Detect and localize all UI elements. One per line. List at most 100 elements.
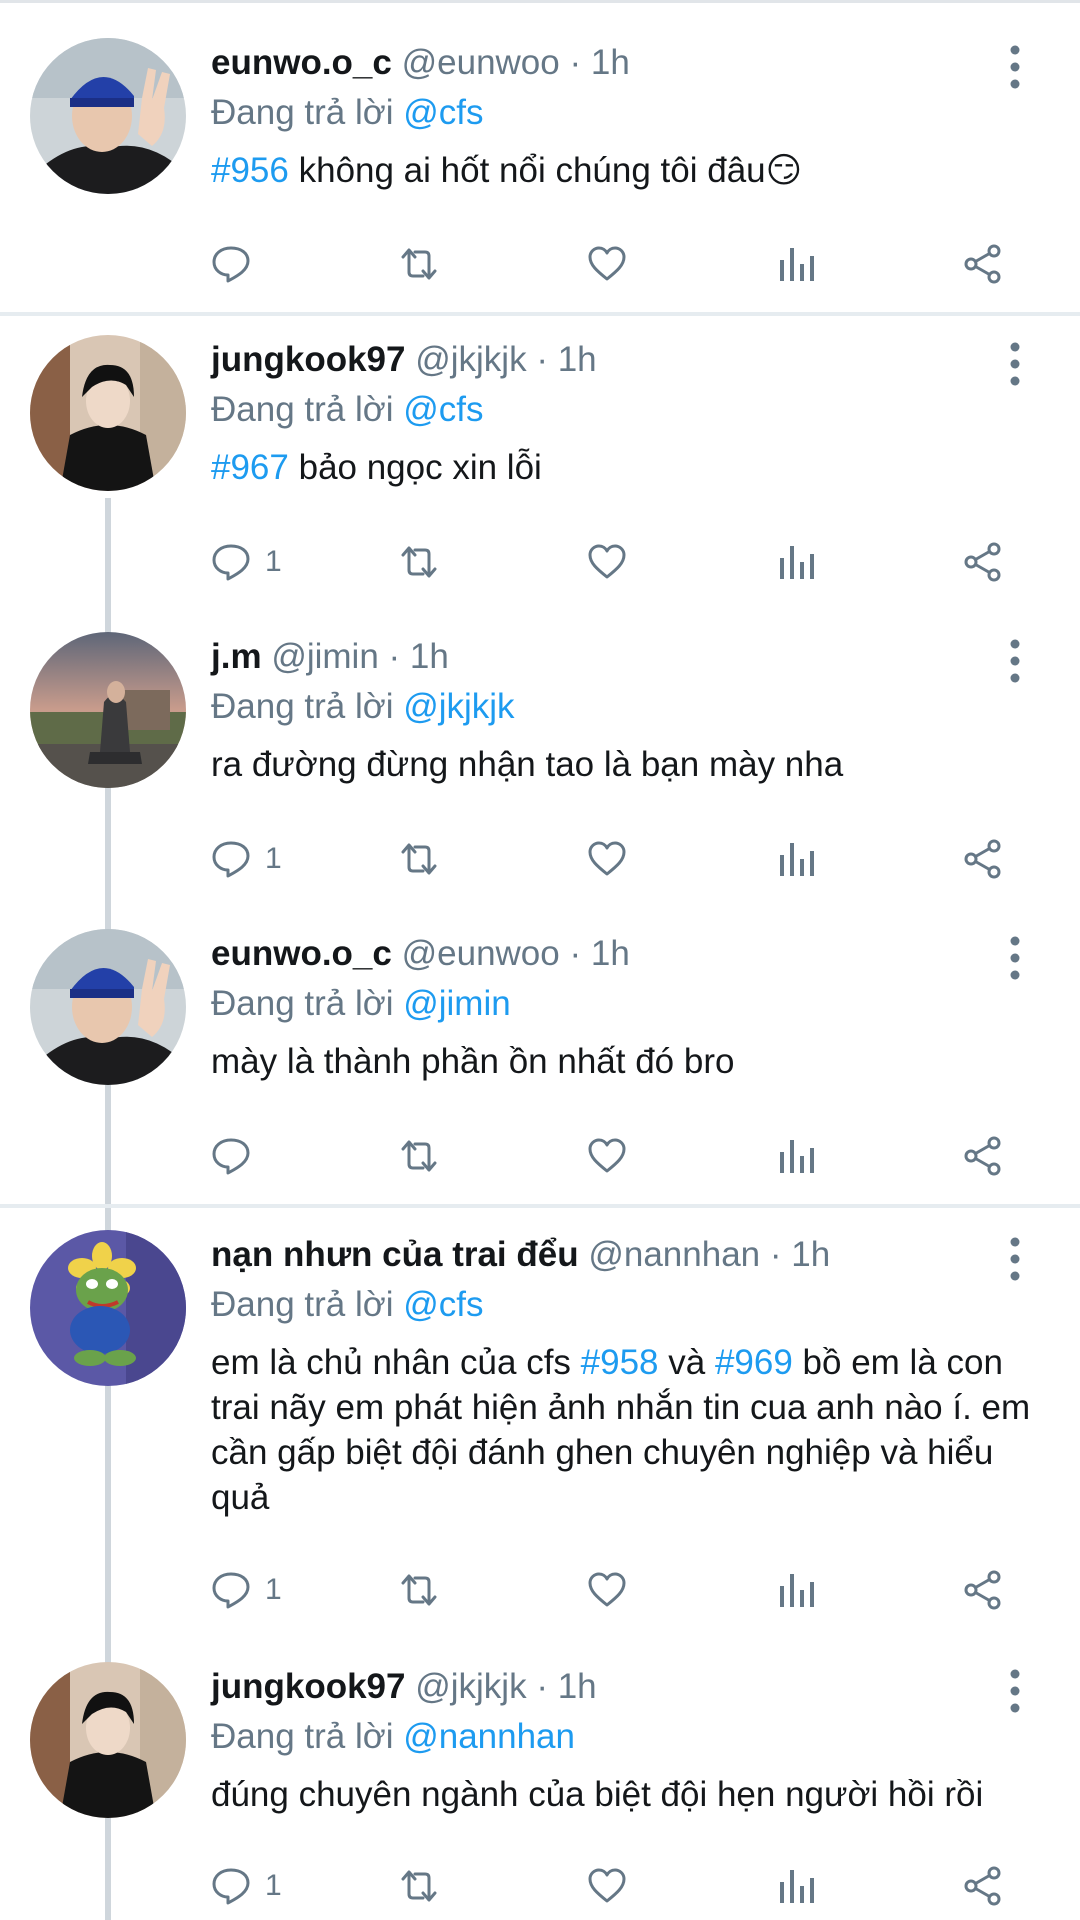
avatar[interactable] (30, 335, 186, 491)
tweet-text-body: ra đường đừng nhận tao là bạn mày nha (211, 745, 844, 784)
retweet-button[interactable] (397, 1560, 441, 1620)
reply-count: 1 (265, 1573, 282, 1606)
user-handle[interactable]: @eunwoo (402, 43, 560, 82)
retweet-icon (397, 1570, 441, 1610)
avatar[interactable] (30, 929, 186, 1085)
like-button[interactable] (587, 1560, 627, 1620)
reply-button[interactable]: 1 (211, 532, 282, 592)
share-button[interactable] (963, 234, 1003, 294)
replying-to: Đang trả lời @cfs (211, 385, 483, 435)
more-options-icon[interactable] (1000, 1668, 1030, 1714)
heart-icon (587, 244, 627, 284)
retweet-button[interactable] (397, 1856, 441, 1916)
retweet-icon (397, 542, 441, 582)
tweet-text: em là chủ nhân của cfs #958 và #969 bồ e… (211, 1340, 1031, 1520)
retweet-icon (397, 839, 441, 879)
reply-button[interactable]: 1 (211, 829, 282, 889)
more-options-icon[interactable] (1000, 44, 1030, 90)
share-icon (963, 244, 1003, 284)
retweet-button[interactable] (397, 1126, 441, 1186)
replying-to: Đang trả lời @cfs (211, 1280, 483, 1330)
share-button[interactable] (963, 829, 1003, 889)
reply-button[interactable]: 1 (211, 1856, 282, 1916)
display-name[interactable]: jungkook97 (211, 340, 405, 379)
heart-icon (587, 542, 627, 582)
replying-to: Đang trả lời @nannhan (211, 1712, 575, 1762)
replying-to-label: Đang trả lời (211, 687, 394, 726)
share-button[interactable] (963, 532, 1003, 592)
heart-icon (587, 1136, 627, 1176)
replying-to-label: Đang trả lời (211, 1717, 394, 1756)
tweet-text: #967 bảo ngọc xin lỗi (211, 445, 1031, 490)
retweet-icon (397, 244, 441, 284)
hashtag-link[interactable]: #967 (211, 448, 289, 487)
reply-button[interactable] (211, 1126, 265, 1186)
display-name[interactable]: eunwo.o_c (211, 43, 392, 82)
share-icon (963, 839, 1003, 879)
views-button[interactable] (777, 1560, 817, 1620)
avatar[interactable] (30, 632, 186, 788)
views-button[interactable] (777, 829, 817, 889)
avatar[interactable] (30, 1662, 186, 1818)
share-button[interactable] (963, 1856, 1003, 1916)
reply-button[interactable] (211, 234, 265, 294)
hashtag-link[interactable]: #958 (581, 1343, 659, 1382)
like-button[interactable] (587, 829, 627, 889)
share-button[interactable] (963, 1126, 1003, 1186)
hashtag-link[interactable]: #956 (211, 151, 289, 190)
views-button[interactable] (777, 1126, 817, 1186)
like-button[interactable] (587, 1126, 627, 1186)
replying-to-label: Đang trả lời (211, 984, 394, 1023)
retweet-button[interactable] (397, 234, 441, 294)
tweet-header: eunwo.o_c @eunwoo · 1h (211, 38, 630, 88)
mention-link[interactable]: @cfs (403, 390, 483, 429)
like-button[interactable] (587, 532, 627, 592)
like-button[interactable] (587, 1856, 627, 1916)
mention-link[interactable]: @jkjkjk (403, 687, 514, 726)
tweet-header: jungkook97 @jkjkjk · 1h (211, 1662, 597, 1712)
more-options-icon[interactable] (1000, 935, 1030, 981)
replying-to: Đang trả lời @jimin (211, 979, 511, 1029)
user-handle[interactable]: @jkjkjk (415, 340, 526, 379)
avatar[interactable] (30, 38, 186, 194)
avatar[interactable] (30, 1230, 186, 1386)
tweet-header: jungkook97 @jkjkjk · 1h (211, 335, 597, 385)
mention-link[interactable]: @cfs (403, 93, 483, 132)
timestamp: · 1h (388, 637, 449, 676)
mention-link[interactable]: @jimin (403, 984, 510, 1023)
tweet-text-body: không ai hốt nổi chúng tôi đâu (288, 151, 766, 190)
bar-chart-icon (777, 1136, 817, 1176)
replying-to-label: Đang trả lời (211, 1285, 394, 1324)
user-handle[interactable]: @nannhan (588, 1235, 760, 1274)
more-options-icon[interactable] (1000, 1236, 1030, 1282)
more-options-icon[interactable] (1000, 341, 1030, 387)
replying-to-label: Đang trả lời (211, 390, 394, 429)
bar-chart-icon (777, 1866, 817, 1906)
display-name[interactable]: j.m (211, 637, 262, 676)
share-icon (963, 1866, 1003, 1906)
display-name[interactable]: nạn nhưn của trai đểu (211, 1235, 579, 1274)
reply-button[interactable]: 1 (211, 1560, 282, 1620)
display-name[interactable]: jungkook97 (211, 1667, 405, 1706)
heart-icon (587, 1570, 627, 1610)
user-handle[interactable]: @eunwoo (402, 934, 560, 973)
retweet-button[interactable] (397, 532, 441, 592)
retweet-button[interactable] (397, 829, 441, 889)
replying-to: Đang trả lời @cfs (211, 88, 483, 138)
share-button[interactable] (963, 1560, 1003, 1620)
views-button[interactable] (777, 532, 817, 592)
thread-divider (0, 312, 1080, 316)
display-name[interactable]: eunwo.o_c (211, 934, 392, 973)
more-options-icon[interactable] (1000, 638, 1030, 684)
user-handle[interactable]: @jkjkjk (415, 1667, 526, 1706)
action-bar: 1 (211, 532, 1041, 592)
tweet-header: nạn nhưn của trai đểu @nannhan · 1h (211, 1230, 830, 1280)
views-button[interactable] (777, 1856, 817, 1916)
user-handle[interactable]: @jimin (271, 637, 378, 676)
like-button[interactable] (587, 234, 627, 294)
hashtag-link[interactable]: #969 (715, 1343, 793, 1382)
views-button[interactable] (777, 234, 817, 294)
mention-link[interactable]: @cfs (403, 1285, 483, 1324)
heart-icon (587, 839, 627, 879)
mention-link[interactable]: @nannhan (403, 1717, 575, 1756)
